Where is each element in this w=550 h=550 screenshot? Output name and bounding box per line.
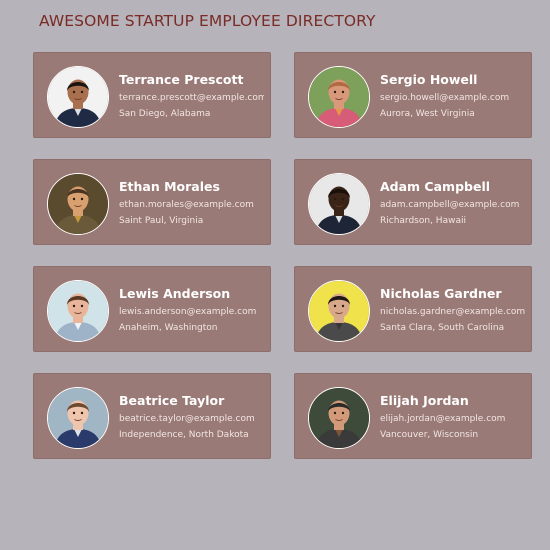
employee-email: beatrice.taylor@example.com bbox=[119, 414, 255, 424]
portrait-image bbox=[48, 281, 108, 341]
avatar bbox=[47, 387, 109, 449]
employee-card[interactable]: Terrance Prescott terrance.prescott@exam… bbox=[33, 52, 271, 138]
employee-email: adam.campbell@example.com bbox=[380, 200, 520, 210]
employee-name: Elijah Jordan bbox=[380, 393, 469, 408]
avatar bbox=[308, 280, 370, 342]
portrait-image bbox=[309, 67, 369, 127]
employee-location: Saint Paul, Virginia bbox=[119, 216, 204, 226]
employee-card[interactable]: Elijah Jordan elijah.jordan@example.com … bbox=[294, 373, 532, 459]
avatar bbox=[47, 66, 109, 128]
avatar bbox=[47, 280, 109, 342]
employee-location: Independence, North Dakota bbox=[119, 430, 249, 440]
employee-location: Richardson, Hawaii bbox=[380, 216, 466, 226]
employee-email: sergio.howell@example.com bbox=[380, 93, 510, 103]
avatar bbox=[308, 173, 370, 235]
employee-info: Ethan Morales ethan.morales@example.com … bbox=[119, 179, 264, 229]
portrait-image bbox=[48, 174, 108, 234]
employee-location: Santa Clara, South Carolina bbox=[380, 323, 505, 333]
employee-email: terrance.prescott@example.com bbox=[119, 93, 264, 103]
employee-info: Lewis Anderson lewis.anderson@example.co… bbox=[119, 286, 264, 336]
employee-info: Elijah Jordan elijah.jordan@example.com … bbox=[380, 393, 525, 443]
avatar bbox=[308, 387, 370, 449]
employee-email: ethan.morales@example.com bbox=[119, 200, 254, 210]
employee-card[interactable]: Adam Campbell adam.campbell@example.com … bbox=[294, 159, 532, 245]
portrait-image bbox=[48, 388, 108, 448]
employee-location: San Diego, Alabama bbox=[119, 109, 211, 119]
employee-name: Beatrice Taylor bbox=[119, 393, 225, 408]
employee-card[interactable]: Beatrice Taylor beatrice.taylor@example.… bbox=[33, 373, 271, 459]
avatar bbox=[47, 173, 109, 235]
employee-info: Terrance Prescott terrance.prescott@exam… bbox=[119, 72, 264, 122]
portrait-image bbox=[309, 281, 369, 341]
employee-name: Nicholas Gardner bbox=[380, 286, 502, 301]
employee-location: Anaheim, Washington bbox=[119, 323, 218, 333]
employee-info: Nicholas Gardner nicholas.gardner@exampl… bbox=[380, 286, 525, 336]
employee-email: nicholas.gardner@example.com bbox=[380, 307, 525, 317]
employee-email: lewis.anderson@example.com bbox=[119, 307, 257, 317]
employee-name: Terrance Prescott bbox=[119, 72, 244, 87]
employee-info: Beatrice Taylor beatrice.taylor@example.… bbox=[119, 393, 264, 443]
employee-name: Lewis Anderson bbox=[119, 286, 231, 301]
employee-location: Vancouver, Wisconsin bbox=[380, 430, 479, 440]
employee-card[interactable]: Ethan Morales ethan.morales@example.com … bbox=[33, 159, 271, 245]
employee-info: Adam Campbell adam.campbell@example.com … bbox=[380, 179, 525, 229]
employee-card[interactable]: Sergio Howell sergio.howell@example.com … bbox=[294, 52, 532, 138]
employee-name: Ethan Morales bbox=[119, 179, 220, 194]
employee-name: Sergio Howell bbox=[380, 72, 478, 87]
portrait-image bbox=[309, 174, 369, 234]
employee-card[interactable]: Nicholas Gardner nicholas.gardner@exampl… bbox=[294, 266, 532, 352]
portrait-image bbox=[309, 388, 369, 448]
page-title: AWESOME STARTUP EMPLOYEE DIRECTORY bbox=[39, 12, 376, 30]
employee-location: Aurora, West Virginia bbox=[380, 109, 475, 119]
employee-grid: Terrance Prescott terrance.prescott@exam… bbox=[33, 52, 532, 459]
portrait-image bbox=[48, 67, 108, 127]
employee-email: elijah.jordan@example.com bbox=[380, 414, 506, 424]
employee-name: Adam Campbell bbox=[380, 179, 491, 194]
employee-card[interactable]: Lewis Anderson lewis.anderson@example.co… bbox=[33, 266, 271, 352]
avatar bbox=[308, 66, 370, 128]
employee-info: Sergio Howell sergio.howell@example.com … bbox=[380, 72, 525, 122]
